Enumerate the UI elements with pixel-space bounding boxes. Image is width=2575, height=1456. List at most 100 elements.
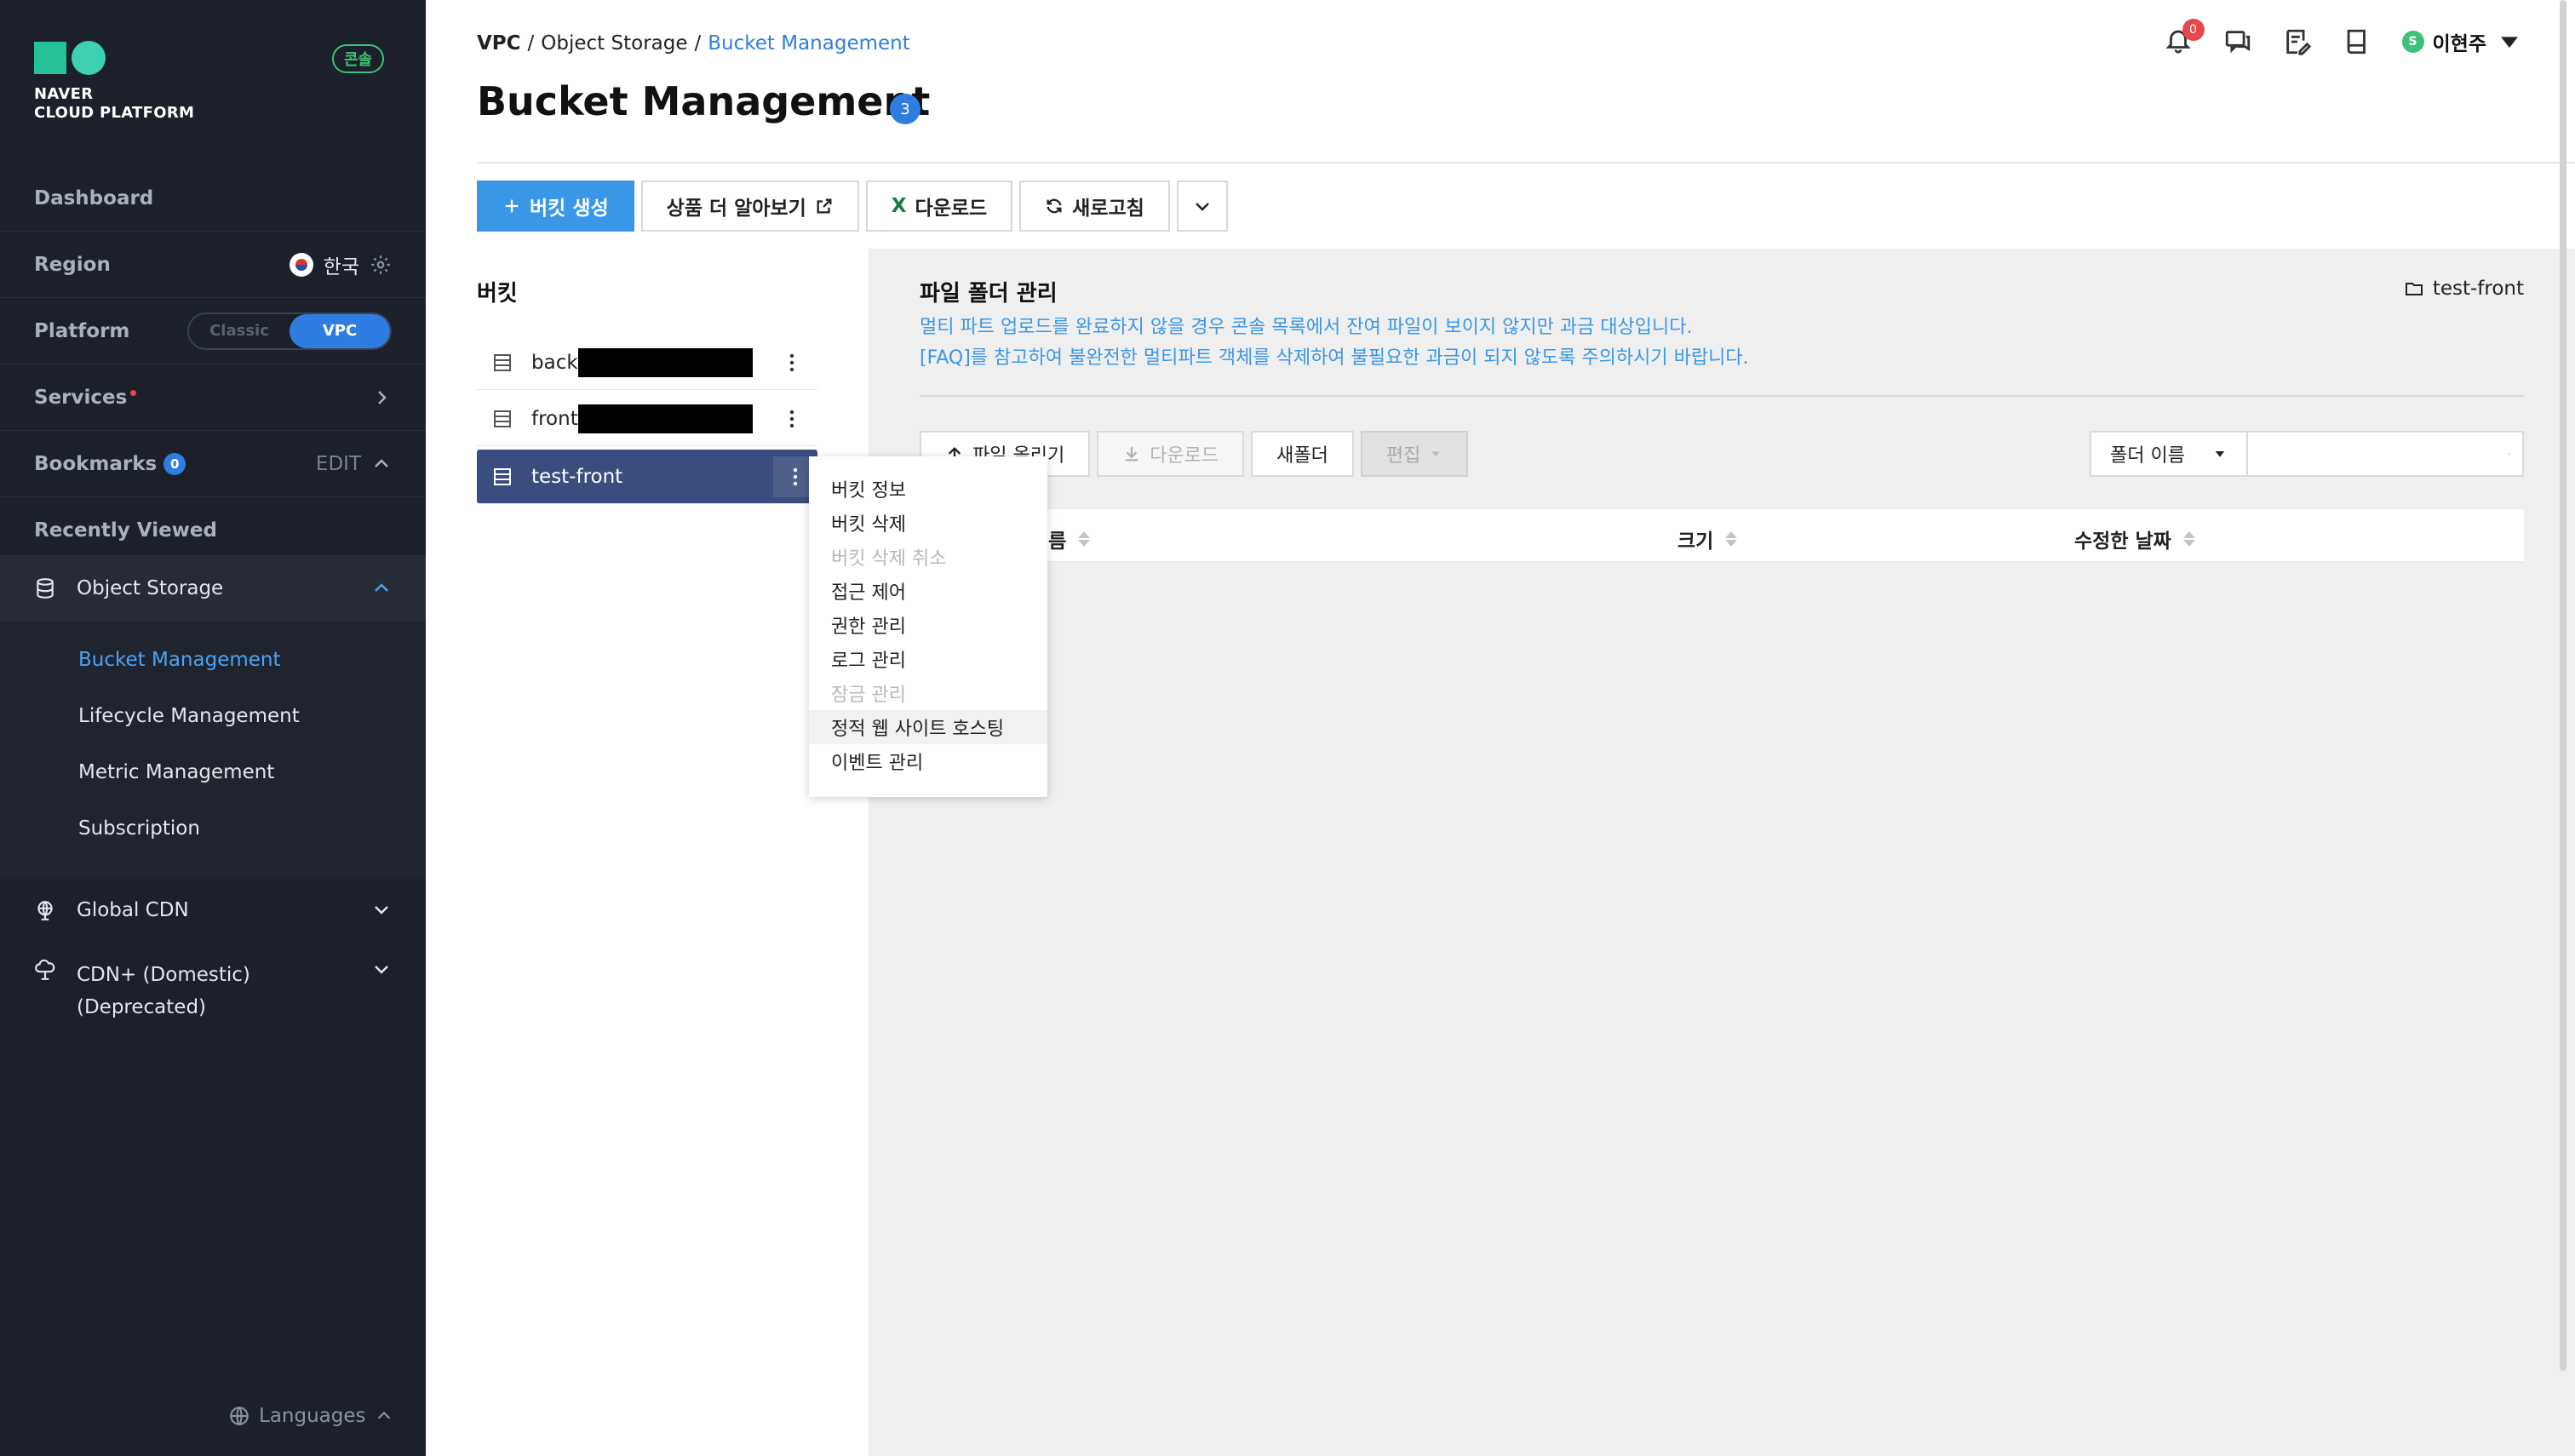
book-icon[interactable] bbox=[2343, 27, 2371, 56]
caret-down-icon bbox=[2501, 37, 2518, 49]
cdn-plus-label-line1: CDN+ (Domestic) bbox=[77, 964, 250, 986]
page-scrollbar[interactable] bbox=[2560, 0, 2566, 1371]
sidebar-item-services[interactable]: Services bbox=[0, 364, 426, 431]
create-bucket-button[interactable]: 버킷 생성 bbox=[477, 181, 634, 232]
region-value[interactable]: 한국 bbox=[324, 250, 359, 279]
chevron-right-icon bbox=[378, 390, 387, 404]
sidebar-item-subscription[interactable]: Subscription bbox=[78, 817, 200, 840]
menu-item-static-web-hosting[interactable]: 정적 웹 사이트 호스팅 bbox=[809, 710, 1047, 744]
breadcrumb-item-object-storage[interactable]: Object Storage bbox=[541, 32, 687, 54]
sidebar-item-object-storage[interactable]: Object Storage bbox=[0, 555, 426, 622]
chat-icon[interactable] bbox=[2223, 27, 2252, 56]
new-folder-label: 새폴더 bbox=[1276, 445, 1328, 467]
notifications-button[interactable]: 0 bbox=[2164, 19, 2205, 58]
sidebar-item-cdn-plus[interactable]: CDN+ (Domestic) (Deprecated) bbox=[0, 959, 426, 1023]
download-label: 다운로드 bbox=[915, 198, 988, 220]
refresh-label: 새로고침 bbox=[1072, 198, 1144, 220]
recently-viewed-label: Recently Viewed bbox=[34, 519, 217, 542]
services-label: Services bbox=[34, 386, 128, 409]
bucket-more-button[interactable] bbox=[777, 404, 807, 434]
plus-icon bbox=[505, 199, 519, 213]
kebab-icon bbox=[789, 410, 794, 428]
faq-notice[interactable]: [FAQ]를 참고하여 불완전한 멀티파트 객체를 삭제하여 불필요한 과금이 … bbox=[920, 342, 1749, 370]
platform-classic-option[interactable]: Classic bbox=[189, 314, 290, 348]
console-badge: 콘솔 bbox=[332, 44, 385, 73]
file-manager-title: 파일 폴더 관리 bbox=[920, 281, 1058, 307]
menu-item-lock-management: 잠금 관리 bbox=[831, 685, 906, 706]
more-options-button[interactable] bbox=[1176, 181, 1228, 232]
page-title: Bucket Management bbox=[477, 78, 931, 124]
search-filter-value: 폴더 이름 bbox=[2110, 445, 2185, 467]
refresh-button[interactable]: 새로고침 bbox=[1019, 181, 1170, 232]
current-folder-name: test-front bbox=[2432, 278, 2524, 300]
user-menu[interactable]: S 이현주 bbox=[2401, 27, 2524, 56]
logo-text-line1: NAVER bbox=[34, 85, 94, 103]
caret-down-icon bbox=[1431, 451, 1441, 457]
main-toolbar: 버킷 생성 상품 더 알아보기 X 다운로드 새로고침 bbox=[477, 181, 1228, 232]
download-file-button[interactable]: 다운로드 bbox=[1097, 431, 1245, 477]
new-folder-button[interactable]: 새폴더 bbox=[1251, 431, 1354, 477]
download-file-label: 다운로드 bbox=[1150, 445, 1219, 467]
kebab-icon bbox=[789, 353, 794, 372]
gear-icon[interactable] bbox=[370, 254, 392, 276]
bucket-more-button[interactable] bbox=[777, 347, 807, 378]
menu-item-log-management[interactable]: 로그 관리 bbox=[809, 642, 1047, 676]
redacted-block bbox=[577, 347, 753, 377]
bookmarks-edit-button[interactable]: EDIT bbox=[316, 453, 361, 475]
breadcrumb-item-vpc[interactable]: VPC bbox=[477, 32, 521, 54]
languages-button[interactable]: Languages bbox=[228, 1405, 393, 1427]
header-divider bbox=[477, 162, 2575, 163]
file-table-header: 이름 크기 수정한 날짜 bbox=[920, 509, 2524, 562]
redacted-block bbox=[577, 404, 753, 433]
download-excel-button[interactable]: X 다운로드 bbox=[865, 181, 1013, 232]
menu-item-permission-management[interactable]: 권한 관리 bbox=[809, 608, 1047, 642]
column-size[interactable]: 크기 bbox=[1677, 525, 1738, 553]
header-icons: 0 S 이현주 bbox=[2164, 19, 2524, 58]
bucket-item-front[interactable]: front bbox=[477, 392, 817, 446]
sidebar-item-metric-management[interactable]: Metric Management bbox=[78, 761, 274, 783]
database-icon bbox=[37, 578, 54, 599]
chevron-down-icon bbox=[375, 906, 388, 914]
ncp-logo[interactable]: NAVER CLOUD PLATFORM bbox=[34, 41, 194, 123]
platform-vpc-option[interactable]: VPC bbox=[290, 313, 390, 348]
sidebar-item-bookmarks[interactable]: Bookmarks 0 EDIT bbox=[0, 431, 426, 497]
korea-flag-icon bbox=[289, 252, 313, 277]
menu-item-event-management[interactable]: 이벤트 관리 bbox=[809, 744, 1047, 778]
bucket-icon bbox=[494, 353, 511, 371]
search-filter-select[interactable]: 폴더 이름 bbox=[2090, 431, 2248, 477]
column-modified[interactable]: 수정한 날짜 bbox=[2074, 525, 2195, 553]
sidebar-item-lifecycle-management[interactable]: Lifecycle Management bbox=[78, 705, 300, 727]
current-folder: test-front bbox=[2404, 278, 2524, 300]
user-name: 이현주 bbox=[2432, 33, 2486, 55]
file-manager-divider bbox=[920, 395, 2524, 397]
sidebar-item-recently-viewed[interactable]: Recently Viewed bbox=[0, 497, 426, 564]
menu-item-bucket-info[interactable]: 버킷 정보 bbox=[809, 472, 1047, 506]
edit-dropdown[interactable]: 편집 bbox=[1360, 431, 1469, 477]
sidebar-item-dashboard[interactable]: Dashboard bbox=[0, 165, 426, 232]
platform-toggle[interactable]: Classic VPC bbox=[187, 312, 392, 350]
search-input[interactable] bbox=[2260, 442, 2509, 466]
column-modified-label: 수정한 날짜 bbox=[2074, 530, 2171, 553]
breadcrumb-item-bucket-management[interactable]: Bucket Management bbox=[708, 32, 910, 54]
search-icon[interactable] bbox=[2509, 443, 2510, 465]
avatar: S bbox=[2401, 31, 2424, 53]
sidebar-item-bucket-management[interactable]: Bucket Management bbox=[78, 649, 281, 671]
sidebar-item-global-cdn[interactable]: Global CDN bbox=[0, 899, 426, 921]
bucket-item-back[interactable]: back bbox=[477, 335, 817, 390]
notes-icon[interactable] bbox=[2283, 27, 2312, 56]
chevron-up-icon[interactable] bbox=[371, 454, 392, 474]
sidebar: NAVER CLOUD PLATFORM 콘솔 Dashboard Region… bbox=[0, 0, 426, 1456]
learn-more-button[interactable]: 상품 더 알아보기 bbox=[640, 181, 859, 232]
bookmarks-count-badge: 0 bbox=[163, 452, 186, 475]
multipart-notice: 멀티 파트 업로드를 완료하지 않을 경우 콘솔 목록에서 잔여 파일이 보이지… bbox=[920, 317, 1693, 338]
caret-down-icon bbox=[2215, 451, 2225, 457]
edit-label: 편집 bbox=[1385, 445, 1421, 467]
refresh-icon bbox=[1047, 198, 1062, 214]
menu-item-access-control[interactable]: 접근 제어 bbox=[809, 574, 1047, 608]
learn-more-label: 상품 더 알아보기 bbox=[666, 198, 806, 220]
sidebar-platform-row: Platform Classic VPC bbox=[0, 298, 426, 364]
object-storage-label: Object Storage bbox=[77, 577, 224, 599]
menu-item-delete-bucket[interactable]: 버킷 삭제 bbox=[809, 506, 1047, 540]
chevron-up-icon bbox=[377, 1411, 390, 1419]
bucket-item-test-front[interactable]: test-front bbox=[477, 450, 817, 504]
